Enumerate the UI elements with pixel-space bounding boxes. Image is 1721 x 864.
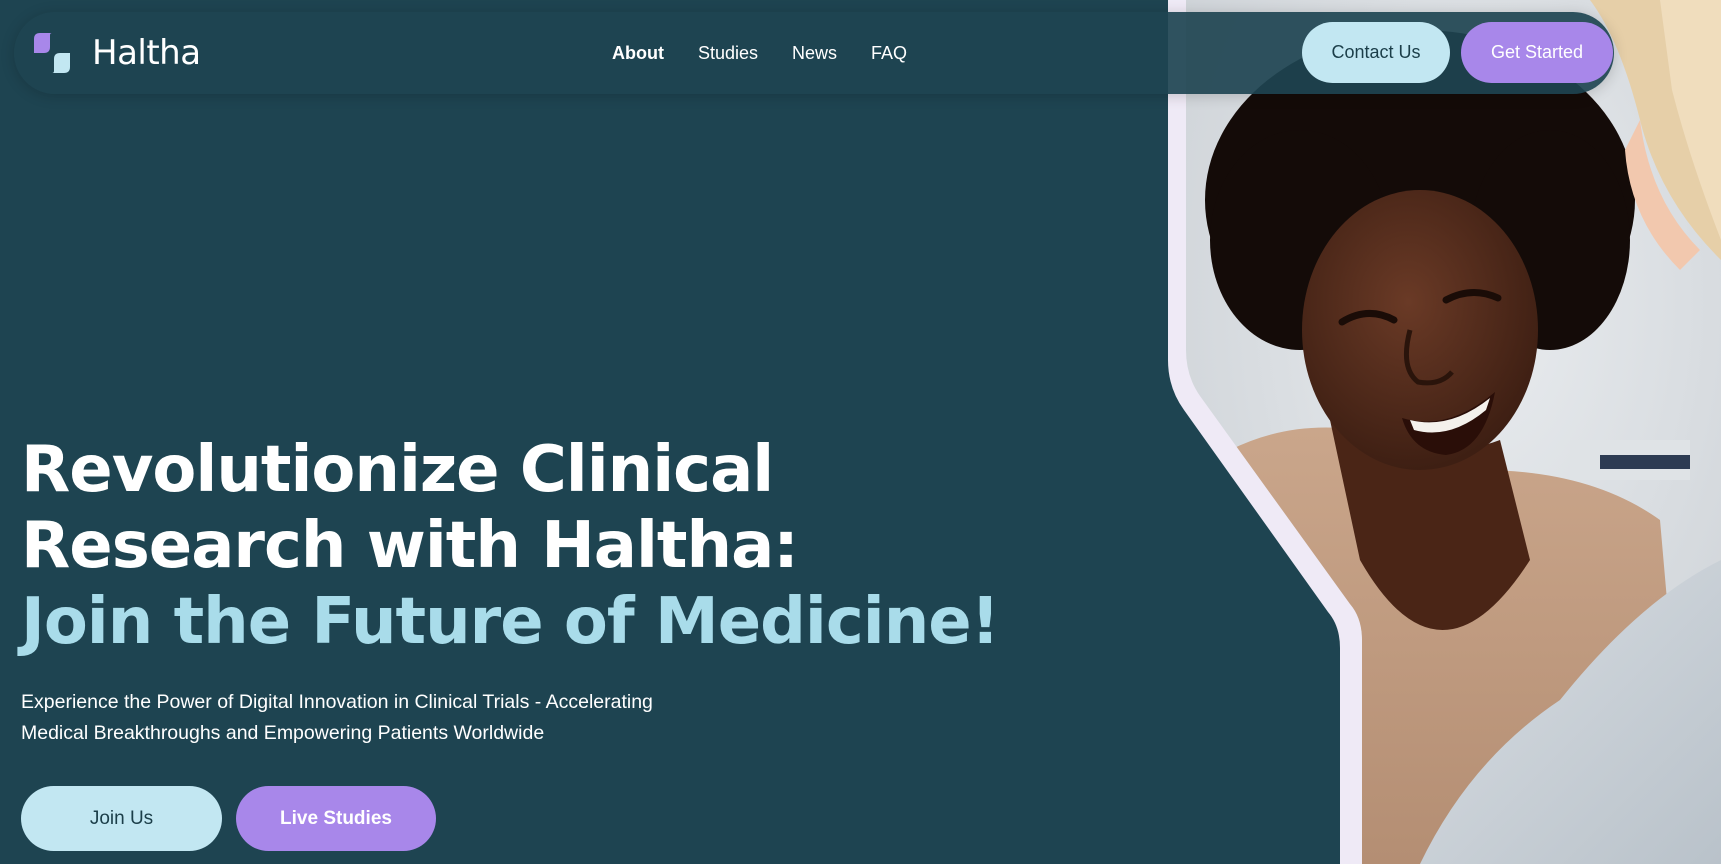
nav-link-faq[interactable]: FAQ: [871, 43, 907, 64]
landing-page: Haltha About Studies News FAQ Contact Us…: [0, 0, 1721, 864]
get-started-button[interactable]: Get Started: [1461, 22, 1613, 83]
nav-link-about[interactable]: About: [612, 43, 664, 64]
hero-title-line-1: Revolutionize Clinical: [21, 433, 774, 507]
live-studies-button[interactable]: Live Studies: [236, 786, 436, 851]
logo-text: Haltha: [92, 33, 201, 73]
join-us-button[interactable]: Join Us: [21, 786, 222, 851]
hero-title-line-2: Research with Haltha:: [21, 509, 799, 583]
logo[interactable]: Haltha: [30, 26, 201, 80]
nav-link-news[interactable]: News: [792, 43, 837, 64]
hero-subtitle: Experience the Power of Digital Innovati…: [21, 687, 721, 749]
haltha-logo-icon: [34, 33, 70, 73]
main-nav: About Studies News FAQ: [612, 12, 941, 94]
hero-title: Revolutionize Clinical Research with Hal…: [21, 432, 1000, 660]
hero-subtitle-line-1: Experience the Power of Digital Innovati…: [21, 691, 653, 713]
contact-us-button[interactable]: Contact Us: [1302, 22, 1450, 83]
nav-link-studies[interactable]: Studies: [698, 43, 758, 64]
hero-title-line-3: Join the Future of Medicine!: [21, 585, 1000, 659]
hero-subtitle-line-2: Medical Breakthroughs and Empowering Pat…: [21, 722, 545, 744]
